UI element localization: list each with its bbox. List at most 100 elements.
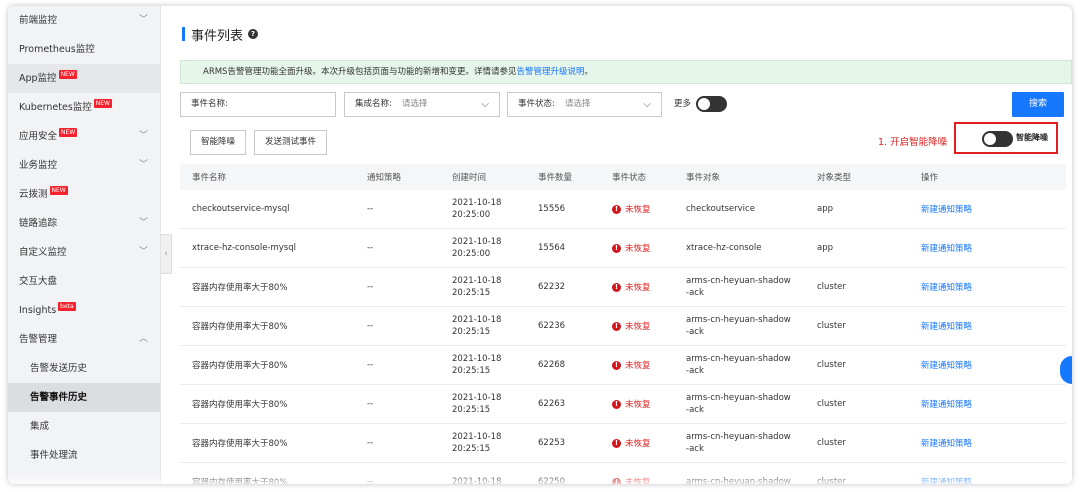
search-button[interactable]: 搜索	[1012, 92, 1064, 117]
create-notify-policy-link[interactable]: 新建通知策略	[921, 361, 972, 371]
cell-status: ! 未恢复	[600, 320, 674, 332]
cell-object: arms-cn-heyuan-shadow -ack	[674, 392, 805, 416]
help-icon[interactable]: ?	[248, 29, 259, 39]
cell-count: 62268	[538, 360, 566, 370]
object-line-1: arms-cn-heyuan-shadow	[686, 432, 791, 442]
create-notify-policy-link[interactable]: 新建通知策略	[921, 400, 972, 410]
sidebar-item-insights[interactable]: Insights beta	[8, 296, 160, 325]
status-text: 未恢复	[625, 439, 651, 449]
send-test-event-button[interactable]: 发送测试事件	[254, 130, 328, 155]
cell-status: ! 未恢复	[600, 203, 674, 215]
error-icon: !	[612, 360, 621, 370]
cell-object-type: cluster	[817, 438, 846, 448]
object-line-1: checkoutservice	[686, 204, 755, 214]
cell-event-name: 容器内存使用率大于80%	[192, 439, 288, 449]
event-name-label: 事件名称:	[191, 99, 228, 109]
table-header: 事件名称 通知策略 创建时间 事件数量 事件状态 事件对象 对象类型 操作	[180, 164, 1066, 190]
error-icon: !	[612, 204, 621, 214]
noise-reduce-button[interactable]: 智能降噪	[190, 130, 247, 155]
sidebar-item-label: 自定义监控	[19, 247, 67, 258]
sidebar-item-prometheus[interactable]: Prometheus监控	[8, 35, 160, 64]
more-filters-label: 更多	[674, 99, 692, 109]
col-header-count: 事件数量	[538, 173, 573, 183]
cell-actions: 新建通知策略	[909, 398, 1066, 410]
cell-date: 2021-10-18	[452, 393, 502, 403]
upgrade-doc-link[interactable]: 告警管理升级说明	[516, 67, 584, 77]
error-icon: !	[612, 399, 621, 409]
cell-policy: --	[367, 321, 374, 331]
chevron-down-icon: ﹀	[138, 160, 148, 170]
sidebar-item-event-flow[interactable]: 事件处理流	[8, 441, 160, 470]
sidebar-item-app-security[interactable]: 应用安全 NEW ﹀	[8, 122, 160, 151]
integration-label: 集成名称:	[355, 99, 392, 109]
toggle-knob	[698, 98, 710, 110]
object-line-2: -ack	[686, 405, 704, 415]
cell-time: 20:25:15	[452, 405, 491, 415]
new-badge: NEW	[58, 70, 77, 79]
sidebar: 前端监控 ﹀ Prometheus监控 App监控 NEW Kubernetes监控…	[8, 6, 161, 484]
status-text: 未恢复	[625, 244, 651, 254]
cell-count: 62253	[538, 438, 566, 448]
sidebar-collapse-handle[interactable]: ‹	[161, 234, 172, 274]
sidebar-item-label: 告警管理	[19, 334, 58, 345]
smart-noise-reduce-toggle[interactable]	[982, 131, 1013, 147]
sidebar-item-alert-send-history[interactable]: 告警发送历史	[8, 354, 160, 383]
sidebar-item-kubernetes[interactable]: Kubernetes监控 NEW	[8, 93, 160, 122]
status-text: 未恢复	[625, 400, 651, 410]
create-notify-policy-link[interactable]: 新建通知策略	[921, 205, 972, 215]
notice-text: ARMS告警管理功能全面升级。本次升级包括页面与功能的新增和变更。详情请参见	[203, 67, 517, 77]
sidebar-item-cloud-dial[interactable]: 云拨测 NEW	[8, 180, 160, 209]
sidebar-item-label: Kubernetes监控	[19, 102, 92, 113]
cell-count: 62236	[538, 321, 566, 331]
beta-badge: beta	[58, 302, 76, 311]
cell-policy: --	[367, 399, 374, 409]
cell-event-name: 容器内存使用率大于80%	[192, 361, 288, 371]
create-notify-policy-link[interactable]: 新建通知策略	[921, 283, 972, 293]
integration-select[interactable]: 集成名称: 请选择 ⌵	[344, 92, 500, 117]
col-header-status: 事件状态	[612, 173, 647, 183]
cell-count: 15564	[538, 243, 566, 253]
notice-end: 。	[584, 67, 593, 77]
sidebar-item-alert-event-history[interactable]: 告警事件历史	[8, 383, 160, 412]
cell-created: 2021-10-18 20:25:00	[440, 236, 526, 260]
object-line-2: -ack	[686, 288, 704, 298]
cell-created: 2021-10-18 20:25:15	[440, 353, 526, 377]
event-name-input[interactable]: 事件名称:	[180, 92, 336, 117]
cell-date: 2021-10-18	[452, 354, 502, 364]
object-line-1: arms-cn-heyuan-shadow	[686, 315, 791, 325]
page-title: 事件列表	[191, 28, 244, 44]
sidebar-item-business-monitor[interactable]: 业务监控 ﹀	[8, 151, 160, 180]
chevron-down-icon: ﹀	[138, 15, 148, 25]
sidebar-item-custom-monitor[interactable]: 自定义监控 ﹀	[8, 238, 160, 267]
sidebar-item-frontend-monitor[interactable]: 前端监控 ﹀	[8, 6, 160, 35]
sidebar-item-alert-management[interactable]: 告警管理 ︿	[8, 325, 160, 354]
cell-object-type: cluster	[817, 360, 846, 370]
create-notify-policy-link[interactable]: 新建通知策略	[921, 439, 972, 449]
event-status-select[interactable]: 事件状态: 请选择 ⌵	[507, 92, 662, 117]
sidebar-item-label: 告警发送历史	[30, 363, 88, 374]
sidebar-item-dashboard[interactable]: 交互大盘	[8, 267, 160, 296]
sidebar-item-app-monitor[interactable]: App监控 NEW	[8, 64, 160, 93]
status-label: 事件状态:	[518, 99, 555, 109]
status-text: 未恢复	[625, 205, 651, 215]
cell-time: 20:25:00	[452, 249, 491, 259]
cell-time: 20:25:00	[452, 210, 491, 220]
create-notify-policy-link[interactable]: 新建通知策略	[921, 322, 972, 332]
table-row: 容器内存使用率大于80% -- 2021-10-18 20:25:15 62232! 未恢…	[180, 268, 1066, 307]
cell-status: ! 未恢复	[600, 398, 674, 410]
cell-event-name: xtrace-hz-console-mysql	[192, 243, 296, 253]
cell-object-type: app	[817, 204, 833, 214]
cell-time: 20:25:15	[452, 327, 491, 337]
status-text: 未恢复	[625, 283, 651, 293]
more-filters-toggle[interactable]	[696, 96, 727, 112]
cell-event-name: 容器内存使用率大于80%	[192, 322, 288, 332]
cell-created: 2021-10-18 20:25:15	[440, 392, 526, 416]
cell-status: ! 未恢复	[600, 359, 674, 371]
cell-actions: 新建通知策略	[909, 281, 1066, 293]
sidebar-item-integration[interactable]: 集成	[8, 412, 160, 441]
create-notify-policy-link[interactable]: 新建通知策略	[921, 244, 972, 254]
cell-object: xtrace-hz-console	[674, 242, 805, 254]
sidebar-item-label: 事件处理流	[30, 450, 78, 461]
chevron-down-icon: ﹀	[138, 247, 148, 257]
sidebar-item-tracing[interactable]: 链路追踪 ﹀	[8, 209, 160, 238]
